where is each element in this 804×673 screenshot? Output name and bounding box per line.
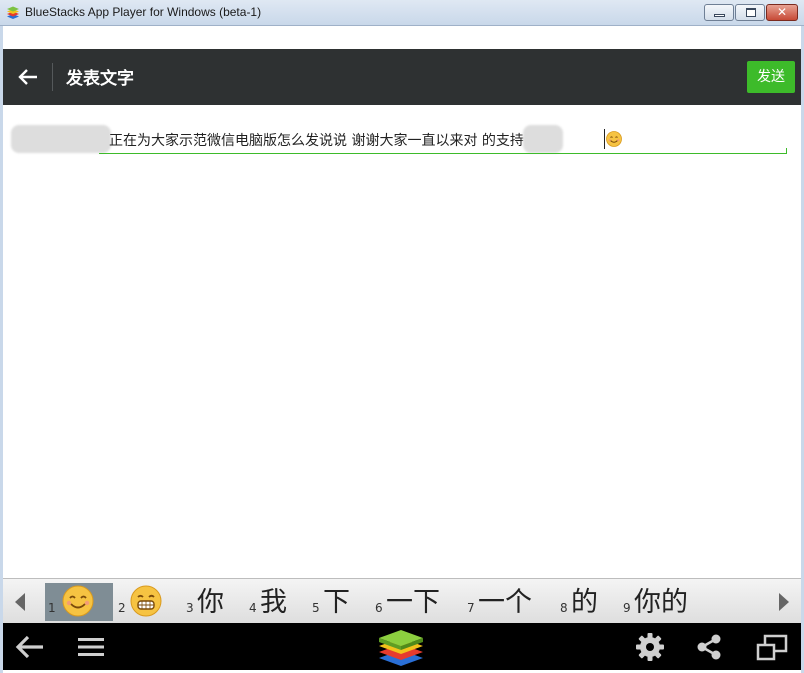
android-nav-bar — [3, 623, 801, 670]
composer-input[interactable]: 正在为大家示范微信电脑版怎么发说说 谢谢大家一直以来对 的支持 — [109, 130, 524, 150]
back-arrow-icon[interactable] — [15, 63, 43, 91]
header-divider — [52, 63, 53, 91]
candidate-4[interactable]: 4 我 — [246, 583, 298, 621]
send-button[interactable]: 发送 — [747, 61, 795, 93]
candidate-1[interactable]: 1 — [45, 583, 113, 621]
blurred-region — [523, 125, 563, 153]
input-underline-end — [786, 148, 787, 154]
maximize-icon — [746, 8, 756, 17]
minimize-button[interactable] — [704, 4, 734, 21]
candidate-8[interactable]: 8 的 — [557, 583, 609, 621]
input-underline — [99, 153, 787, 154]
nav-back-icon[interactable] — [13, 632, 47, 662]
share-icon[interactable] — [695, 633, 723, 661]
window-mode-icon[interactable] — [755, 633, 789, 663]
grin-emoji-icon — [130, 585, 162, 617]
page-title: 发表文字 — [66, 69, 134, 89]
close-button[interactable]: ✕ — [766, 4, 798, 21]
candidate-3[interactable]: 3 你 — [183, 583, 235, 621]
post-composer: 正在为大家示范微信电脑版怎么发说说 谢谢大家一直以来对 的支持 — [3, 105, 801, 578]
bluestacks-app-icon — [7, 6, 19, 19]
window-title: BlueStacks App Player for Windows (beta-… — [25, 5, 262, 19]
maximize-button[interactable] — [735, 4, 765, 21]
gear-icon[interactable] — [635, 632, 665, 662]
bluestacks-logo-icon[interactable] — [377, 628, 425, 668]
candidate-2[interactable]: 2 — [115, 583, 171, 621]
minimize-icon — [714, 14, 725, 17]
candidate-7[interactable]: 7 一个 — [464, 583, 544, 621]
candidate-9[interactable]: 9 你的 — [620, 583, 700, 621]
candidate-5[interactable]: 5 下 — [309, 583, 361, 621]
blurred-region — [11, 125, 111, 153]
app-header: 发表文字 发送 — [3, 49, 801, 105]
menu-icon[interactable] — [77, 635, 105, 659]
ime-candidate-bar: 1 2 3 你 4 我 5 下 6 一下 7 一个 8 的 9 你的 — [3, 578, 801, 623]
candidate-prev-icon[interactable] — [15, 593, 25, 611]
text-caret — [604, 129, 605, 149]
candidate-next-icon[interactable] — [779, 593, 789, 611]
window-titlebar: BlueStacks App Player for Windows (beta-… — [0, 0, 804, 26]
candidate-6[interactable]: 6 一下 — [372, 583, 452, 621]
smile-emoji-icon — [62, 585, 94, 617]
smile-emoji-icon — [606, 131, 622, 147]
